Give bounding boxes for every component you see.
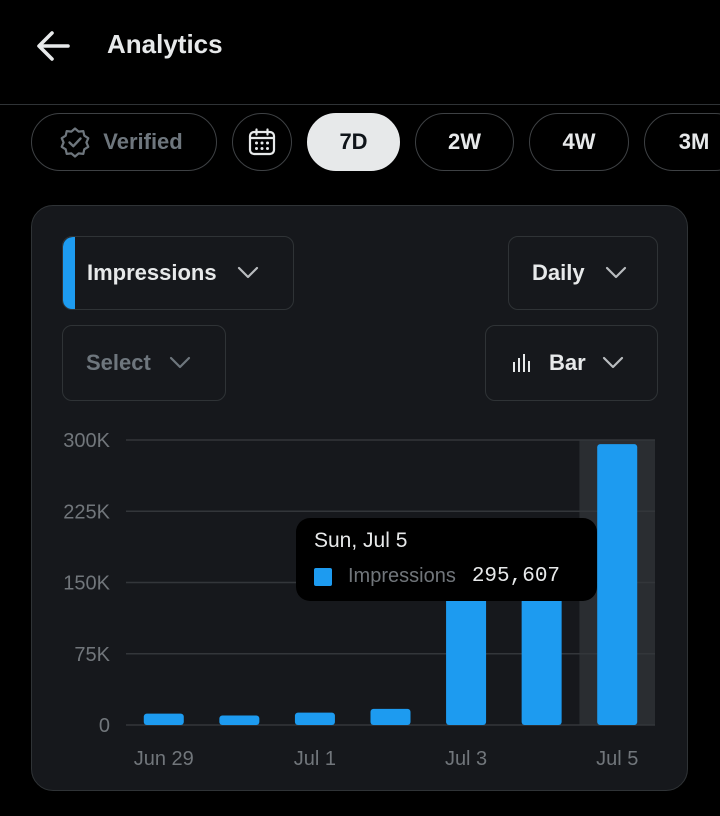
range-2w-button[interactable]: 2W [415,113,514,171]
compare-metric-placeholder: Select [86,350,151,375]
top-bar: Analytics [0,0,720,104]
calendar-icon [248,128,276,156]
range-3m-button[interactable]: 3M [644,113,720,171]
interval-dropdown-label: Daily [532,260,585,285]
metric-dropdown[interactable]: Impressions [62,236,294,310]
tooltip-series-swatch [314,567,332,586]
chevron-down-icon [169,356,190,369]
tooltip-date: Sun, Jul 5 [314,529,408,552]
header-divider [0,104,720,105]
analytics-card: Impressions Daily Select Bar [31,205,688,791]
verified-badge-icon [60,127,90,158]
verified-filter-label: Verified [103,129,183,154]
interval-dropdown[interactable]: Daily [508,236,658,310]
chevron-down-icon [237,266,258,279]
calendar-button[interactable] [232,113,292,171]
tooltip-series-label: Impressions [348,565,456,587]
compare-metric-dropdown[interactable]: Select [62,325,226,401]
arrow-left-icon [37,31,70,61]
range-4w-button[interactable]: 4W [529,113,629,171]
range-filter-bar: Verified 7D 2W 4W 3M [0,113,720,175]
chart-type-label: Bar [549,350,586,375]
back-button[interactable] [32,26,76,66]
chevron-down-icon [602,356,623,369]
chart-tooltip: Sun, Jul 5 Impressions 295,607 [296,518,597,601]
tooltip-value: 295,607 [471,565,561,588]
chevron-down-icon [605,266,626,279]
verified-filter-button[interactable]: Verified [31,113,217,171]
range-7d-button[interactable]: 7D [307,113,400,171]
metric-dropdown-label: Impressions [87,260,217,285]
chart-type-dropdown[interactable]: Bar [485,325,658,401]
metric-color-indicator [63,237,75,309]
bar-chart-icon [513,354,530,372]
page-title: Analytics [107,29,223,59]
